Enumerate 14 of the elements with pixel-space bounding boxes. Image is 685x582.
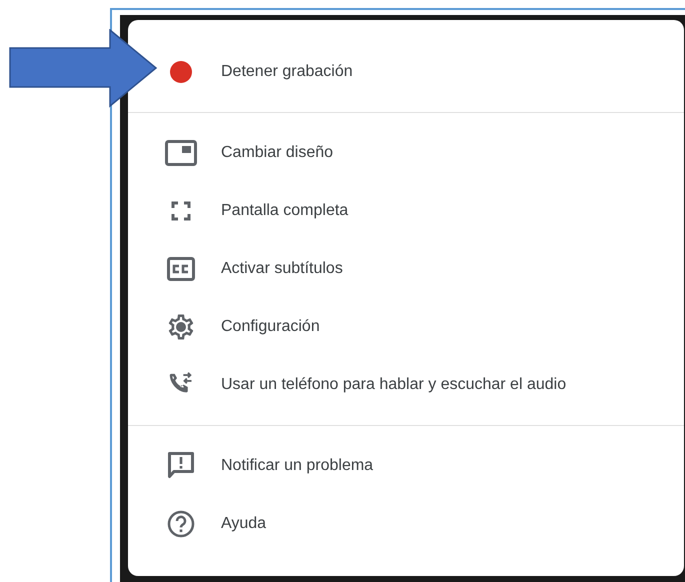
menu-item[interactable]: Pantalla completa: [158, 182, 684, 240]
menu-item[interactable]: Activar subtítulos: [158, 240, 684, 298]
feedback-icon: [166, 451, 194, 481]
menu-item[interactable]: Usar un teléfono para hablar y escuchar el audio: [158, 356, 684, 414]
record-dot-icon: [168, 60, 192, 84]
menu-item[interactable]: Ayuda: [158, 495, 684, 553]
menu-item[interactable]: Detener grabación: [158, 43, 684, 101]
layout-icon: [164, 140, 196, 166]
captions-icon: [166, 257, 194, 281]
menu-item[interactable]: Configuración: [158, 298, 684, 356]
menu-item[interactable]: Notificar un problema: [158, 437, 684, 495]
help-icon: [166, 510, 194, 538]
fullscreen-icon: [170, 201, 190, 221]
menu-item[interactable]: Cambiar diseño: [158, 124, 684, 182]
